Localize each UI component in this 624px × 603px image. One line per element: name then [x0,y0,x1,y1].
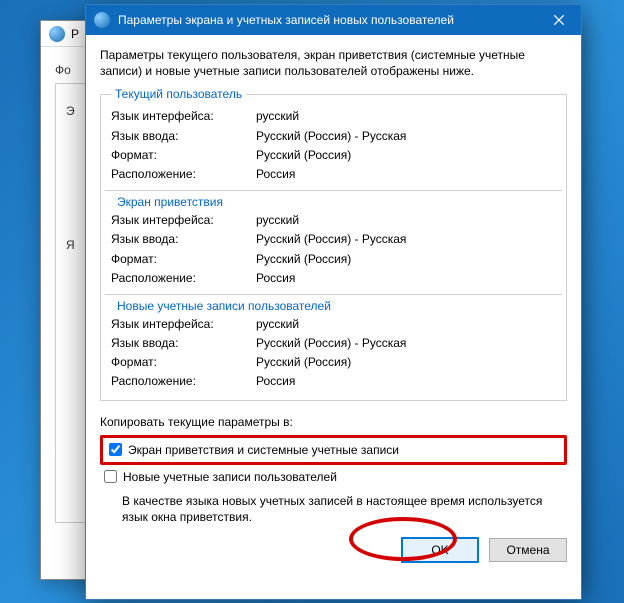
globe-icon [94,12,110,28]
kv-key: Язык интерфейса: [111,211,256,230]
checkbox-new-users-label: Новые учетные записи пользователей [123,470,337,484]
intro-text: Параметры текущего пользователя, экран п… [100,47,567,79]
kv-value: Русский (Россия) [256,353,351,372]
group-legend-0: Текущий пользователь [111,87,246,101]
checkbox-welcome-label: Экран приветствия и системные учетные за… [128,443,399,457]
kv-value: Русский (Россия) [256,250,351,269]
kv-key: Язык интерфейса: [111,107,256,126]
kv-value: Россия [256,269,295,288]
kv-key: Расположение: [111,372,256,391]
copy-to-label: Копировать текущие параметры в: [100,415,567,429]
group-legend-2: Новые учетные записи пользователей [113,299,335,313]
kv-key: Расположение: [111,165,256,184]
language-note: В качестве языка новых учетных записей в… [122,493,567,525]
group-legend-1: Экран приветствия [113,195,227,209]
kv-row: Язык ввода:Русский (Россия) - Русская [111,127,556,146]
kv-row: Расположение:Россия [111,372,556,391]
kv-row: Язык ввода:Русский (Россия) - Русская [111,334,556,353]
settings-fieldset: Текущий пользователь Язык интерфейса:рус… [100,87,567,400]
kv-value: Русский (Россия) - Русская [256,127,406,146]
checkbox-welcome-screen[interactable]: Экран приветствия и системные учетные за… [105,440,562,460]
kv-row: Формат:Русский (Россия) [111,250,556,269]
titlebar: Параметры экрана и учетных записей новых… [86,5,581,35]
checkbox-new-users[interactable]: Новые учетные записи пользователей [100,467,567,487]
kv-key: Формат: [111,146,256,165]
kv-key: Язык ввода: [111,230,256,249]
checkbox-new-users-input[interactable] [104,470,117,483]
kv-row: Расположение:Россия [111,269,556,288]
kv-key: Формат: [111,353,256,372]
kv-value: Россия [256,165,295,184]
kv-row: Язык интерфейса:русский [111,107,556,126]
kv-value: Россия [256,372,295,391]
globe-icon [49,26,65,42]
kv-value: русский [256,107,299,126]
checkbox-welcome-input[interactable] [109,443,122,456]
kv-key: Расположение: [111,269,256,288]
settings-dialog: Параметры экрана и учетных записей новых… [85,4,582,600]
kv-row: Формат:Русский (Россия) [111,353,556,372]
close-icon [554,15,564,25]
kv-value: русский [256,315,299,334]
ok-button[interactable]: OK [401,537,479,563]
kv-value: русский [256,211,299,230]
kv-row: Язык интерфейса:русский [111,211,556,230]
close-button[interactable] [537,5,581,35]
kv-value: Русский (Россия) - Русская [256,230,406,249]
kv-row: Формат:Русский (Россия) [111,146,556,165]
highlight-welcome-screen: Экран приветствия и системные учетные за… [100,435,567,465]
cancel-button[interactable]: Отмена [489,538,567,562]
kv-value: Русский (Россия) [256,146,351,165]
kv-key: Язык интерфейса: [111,315,256,334]
kv-key: Язык ввода: [111,127,256,146]
kv-key: Язык ввода: [111,334,256,353]
kv-value: Русский (Россия) - Русская [256,334,406,353]
dialog-title: Параметры экрана и учетных записей новых… [118,13,537,27]
kv-row: Язык интерфейса:русский [111,315,556,334]
bg-title: Р [71,27,79,41]
kv-key: Формат: [111,250,256,269]
kv-row: Язык ввода:Русский (Россия) - Русская [111,230,556,249]
kv-row: Расположение:Россия [111,165,556,184]
